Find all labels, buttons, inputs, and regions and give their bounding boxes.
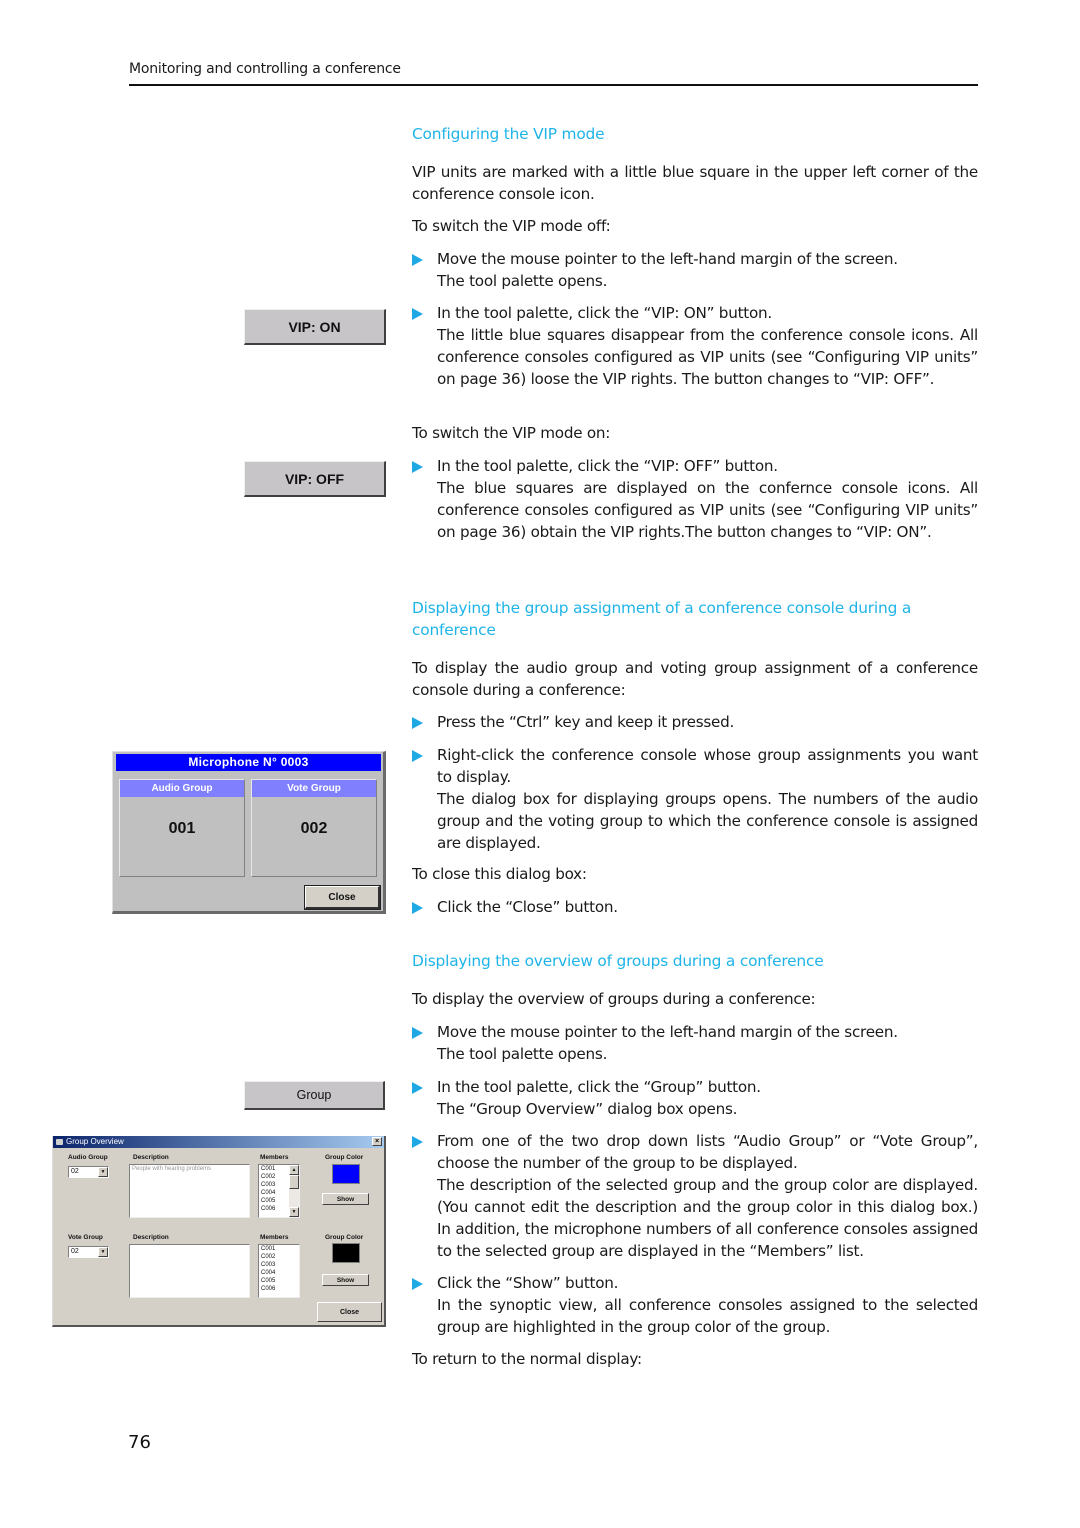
vote-group-color-swatch (332, 1243, 360, 1263)
member-item[interactable]: C002 (261, 1253, 299, 1261)
group-overview-step-1: Move the mouse pointer to the left-hand … (412, 1022, 978, 1066)
bullet-triangle-icon (412, 461, 423, 473)
bullet-triangle-icon (412, 1136, 423, 1148)
microphone-dialog: Microphone N° 0003 Audio Group 001 Vote … (112, 751, 386, 914)
vote-members-label: Members (260, 1234, 289, 1241)
member-item[interactable]: C005 (261, 1277, 299, 1285)
section-heading-group-overview: Displaying the overview of groups during… (412, 952, 824, 970)
vip-step-3: In the tool palette, click the “VIP: OFF… (412, 456, 978, 544)
audio-group-color-label: Group Color (325, 1154, 364, 1161)
group-button[interactable]: Group (244, 1081, 385, 1110)
vip-step-1: Move the mouse pointer to the left-hand … (412, 249, 978, 293)
group-assignment-step-3: Click the “Close” button. (412, 897, 978, 919)
member-item[interactable]: C001 (261, 1245, 299, 1253)
audio-members-list[interactable]: C001 C002 C003 C004 C005 C006 ▲ ▼ (258, 1164, 300, 1218)
member-item[interactable]: C006 (261, 1285, 299, 1293)
microphone-dialog-title: Microphone N° 0003 (116, 754, 381, 771)
vote-group-dropdown[interactable]: 02 ▼ (68, 1246, 109, 1258)
bullet-triangle-icon (412, 1082, 423, 1094)
scroll-thumb[interactable] (289, 1175, 299, 1189)
page-number: 76 (128, 1432, 151, 1453)
vip-step-2: In the tool palette, click the “VIP: ON”… (412, 303, 978, 391)
close-button[interactable]: Close (317, 1302, 382, 1322)
audio-group-value: 02 (71, 1168, 79, 1175)
audio-description-field: People with hearing problems (129, 1164, 250, 1218)
group-assignment-close-label: To close this dialog box: (412, 865, 587, 883)
bullet-triangle-icon (412, 750, 423, 762)
bullet-triangle-icon (412, 717, 423, 729)
members-scrollbar[interactable]: ▲ ▼ (289, 1165, 299, 1217)
group-overview-return-label: To return to the normal display: (412, 1350, 642, 1368)
audio-group-value: 001 (168, 820, 196, 837)
audio-description-label: Description (133, 1154, 169, 1161)
vote-group-label: Vote Group (252, 780, 376, 797)
group-overview-step-2: In the tool palette, click the “Group” b… (412, 1077, 978, 1121)
audio-group-panel: Audio Group 001 (119, 779, 245, 877)
member-item[interactable]: C004 (261, 1269, 299, 1277)
group-assignment-step-1: Press the “Ctrl” key and keep it pressed… (412, 712, 978, 734)
vip-off-button[interactable]: VIP: OFF (244, 461, 386, 497)
running-header: Monitoring and controlling a conference (129, 61, 401, 77)
vote-group-color-label: Group Color (325, 1234, 364, 1241)
scroll-up-icon[interactable]: ▲ (289, 1165, 299, 1175)
dropdown-arrow-icon[interactable]: ▼ (98, 1247, 108, 1257)
section-heading-vip: Configuring the VIP mode (412, 125, 605, 143)
vip-intro: VIP units are marked with a little blue … (412, 163, 978, 203)
vote-group-panel: Vote Group 002 (251, 779, 377, 877)
vote-description-field (129, 1244, 250, 1298)
app-icon (56, 1139, 63, 1145)
section-heading-group-assignment: Displaying the group assignment of a con… (412, 599, 912, 639)
scroll-down-icon[interactable]: ▼ (289, 1207, 299, 1217)
vote-description-label: Description (133, 1234, 169, 1241)
vote-group-value: 002 (300, 820, 328, 837)
vote-group-value: 02 (71, 1248, 79, 1255)
vote-members-list[interactable]: C001 C002 C003 C004 C005 C006 (258, 1244, 300, 1298)
vote-show-button[interactable]: Show (322, 1274, 369, 1286)
bullet-triangle-icon (412, 308, 423, 320)
audio-group-label: Audio Group (68, 1154, 108, 1161)
bullet-triangle-icon (412, 1278, 423, 1290)
audio-group-dropdown[interactable]: 02 ▼ (68, 1166, 109, 1178)
header-rule (129, 84, 978, 86)
vip-on-button[interactable]: VIP: ON (244, 309, 386, 345)
group-assignment-step-2: Right-click the conference console whose… (412, 745, 978, 855)
member-item[interactable]: C003 (261, 1261, 299, 1269)
vip-switch-on-label: To switch the VIP mode on: (412, 424, 611, 442)
audio-group-label: Audio Group (120, 780, 244, 797)
group-overview-dialog: Group Overview × Audio Group 02 ▼ Descri… (52, 1136, 386, 1327)
group-overview-intro: To display the overview of groups during… (412, 990, 816, 1008)
audio-group-color-swatch (332, 1164, 360, 1184)
audio-members-label: Members (260, 1154, 289, 1161)
bullet-triangle-icon (412, 254, 423, 266)
dropdown-arrow-icon[interactable]: ▼ (98, 1167, 108, 1177)
close-icon[interactable]: × (372, 1137, 382, 1146)
group-overview-title: Group Overview (66, 1137, 124, 1146)
close-button[interactable]: Close (304, 885, 381, 910)
group-assignment-intro: To display the audio group and voting gr… (412, 659, 978, 699)
bullet-triangle-icon (412, 902, 423, 914)
vip-switch-off-label: To switch the VIP mode off: (412, 217, 611, 235)
bullet-triangle-icon (412, 1027, 423, 1039)
group-overview-step-4: Click the “Show” button. In the synoptic… (412, 1273, 978, 1339)
vote-group-label: Vote Group (68, 1234, 103, 1241)
audio-show-button[interactable]: Show (322, 1193, 369, 1205)
group-overview-title-bar: Group Overview (53, 1136, 384, 1148)
group-overview-step-3: From one of the two drop down lists “Aud… (412, 1131, 978, 1262)
